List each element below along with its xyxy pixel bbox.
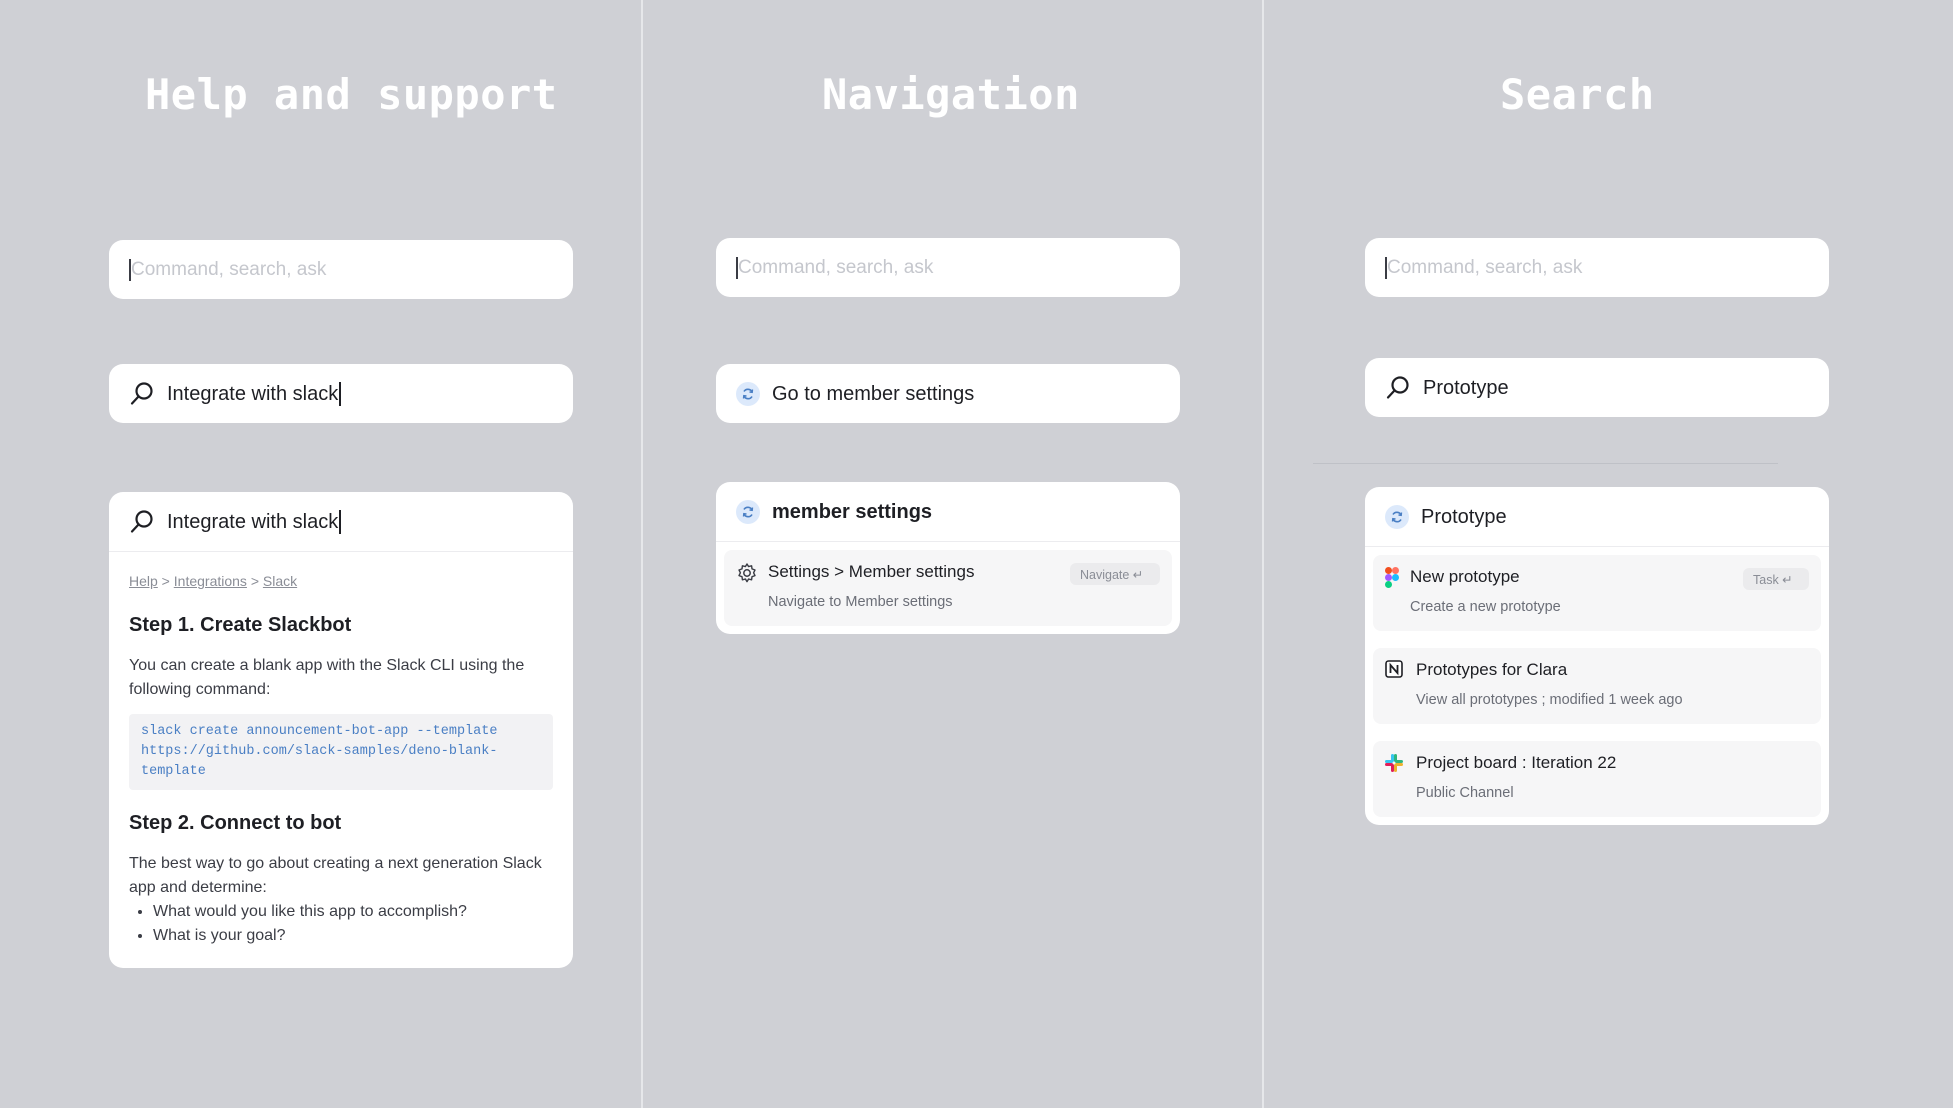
- search-query-text: Integrate with slack: [167, 382, 339, 405]
- breadcrumb-integrations-link[interactable]: Integrations: [174, 573, 247, 589]
- notion-icon: [1385, 660, 1403, 683]
- step2-text: The best way to go about creating a next…: [129, 855, 542, 896]
- search-result-item[interactable]: Prototypes for Clara View all prototypes…: [1373, 648, 1821, 724]
- nav-results-panel: member settings Settings > Member settin…: [716, 482, 1180, 634]
- article-query-text: Integrate with slack: [167, 510, 339, 533]
- slack-icon: [1385, 754, 1403, 777]
- code-line: https://github.com/slack-samples/deno-bl…: [141, 744, 498, 759]
- nav-result-item[interactable]: Settings > Member settings Navigate to M…: [724, 550, 1172, 626]
- search-result-item[interactable]: Project board : Iteration 22 Public Chan…: [1373, 741, 1821, 817]
- search-empty-command-input[interactable]: Command, search, ask: [1365, 238, 1829, 297]
- breadcrumb-help-link[interactable]: Help: [129, 573, 158, 589]
- text-caret: [339, 381, 342, 406]
- breadcrumb-slack-link[interactable]: Slack: [263, 573, 297, 589]
- code-line: template: [141, 764, 206, 779]
- help-column-title: Help and support: [145, 70, 558, 119]
- refresh-circle-icon: [1385, 504, 1409, 529]
- breadcrumb: Help > Integrations > Slack: [129, 573, 298, 589]
- nav-suggestion-input[interactable]: Go to member settings: [716, 364, 1180, 423]
- refresh-circle-icon: [736, 381, 760, 406]
- code-block[interactable]: slack create announcement-bot-app --temp…: [129, 714, 553, 790]
- result-subtitle: Public Channel: [1416, 785, 1514, 801]
- navigate-shortcut-badge: Navigate ↵: [1070, 563, 1160, 585]
- figma-icon: [1385, 567, 1399, 594]
- result-subtitle: Create a new prototype: [1410, 599, 1561, 615]
- question-list: What would you like this app to accompli…: [129, 900, 467, 948]
- navigation-column-title: Navigation: [822, 70, 1080, 119]
- step1-text: You can create a blank app with the Slac…: [129, 657, 525, 698]
- task-shortcut-badge: Task ↵: [1743, 568, 1809, 590]
- search-panel-query-text: Prototype: [1421, 505, 1507, 528]
- list-item: What is your goal?: [153, 924, 467, 948]
- suggestion-text: Go to member settings: [772, 382, 975, 405]
- nav-query-text: member settings: [772, 500, 933, 523]
- nav-result-title: Settings > Member settings: [768, 562, 975, 581]
- help-article-search[interactable]: Integrate with slack: [109, 492, 573, 552]
- step2-heading: Step 2. Connect to bot: [129, 812, 342, 834]
- list-item: What would you like this app to accompli…: [153, 900, 467, 924]
- nav-panel-query[interactable]: member settings: [716, 482, 1180, 542]
- help-article-panel: Integrate with slack Help > Integrations…: [109, 492, 573, 968]
- column-divider-1: [641, 0, 643, 1108]
- nav-result-subtitle: Navigate to Member settings: [768, 594, 953, 610]
- search-result-item[interactable]: New prototype Create a new prototype Tas…: [1373, 555, 1821, 631]
- refresh-circle-icon: [736, 499, 760, 524]
- search-panel-query[interactable]: Prototype: [1365, 487, 1829, 547]
- result-title: Prototypes for Clara: [1416, 660, 1568, 679]
- section-separator: [1313, 463, 1778, 464]
- column-divider-2: [1262, 0, 1264, 1108]
- help-search-input[interactable]: Integrate with slack: [109, 364, 573, 423]
- result-subtitle: View all prototypes ; modified 1 week ag…: [1416, 692, 1683, 708]
- command-placeholder: Command, search, ask: [736, 256, 934, 279]
- search-query-text: Prototype: [1423, 376, 1509, 399]
- text-caret: [339, 509, 342, 534]
- search-icon: [1385, 375, 1411, 401]
- step1-heading: Step 1. Create Slackbot: [129, 614, 352, 636]
- nav-empty-command-input[interactable]: Command, search, ask: [716, 238, 1180, 297]
- search-typed-input[interactable]: Prototype: [1365, 358, 1829, 417]
- search-icon: [129, 381, 155, 407]
- gear-icon: [736, 562, 758, 589]
- command-placeholder: Command, search, ask: [129, 258, 327, 281]
- search-column-title: Search: [1500, 70, 1655, 119]
- result-title: New prototype: [1410, 567, 1520, 586]
- search-icon: [129, 509, 155, 535]
- command-placeholder: Command, search, ask: [1385, 256, 1583, 279]
- search-results-panel: Prototype New prototype Create a new pro…: [1365, 487, 1829, 825]
- result-title: Project board : Iteration 22: [1416, 753, 1617, 772]
- code-line: slack create announcement-bot-app --temp…: [141, 724, 498, 739]
- help-empty-command-input[interactable]: Command, search, ask: [109, 240, 573, 299]
